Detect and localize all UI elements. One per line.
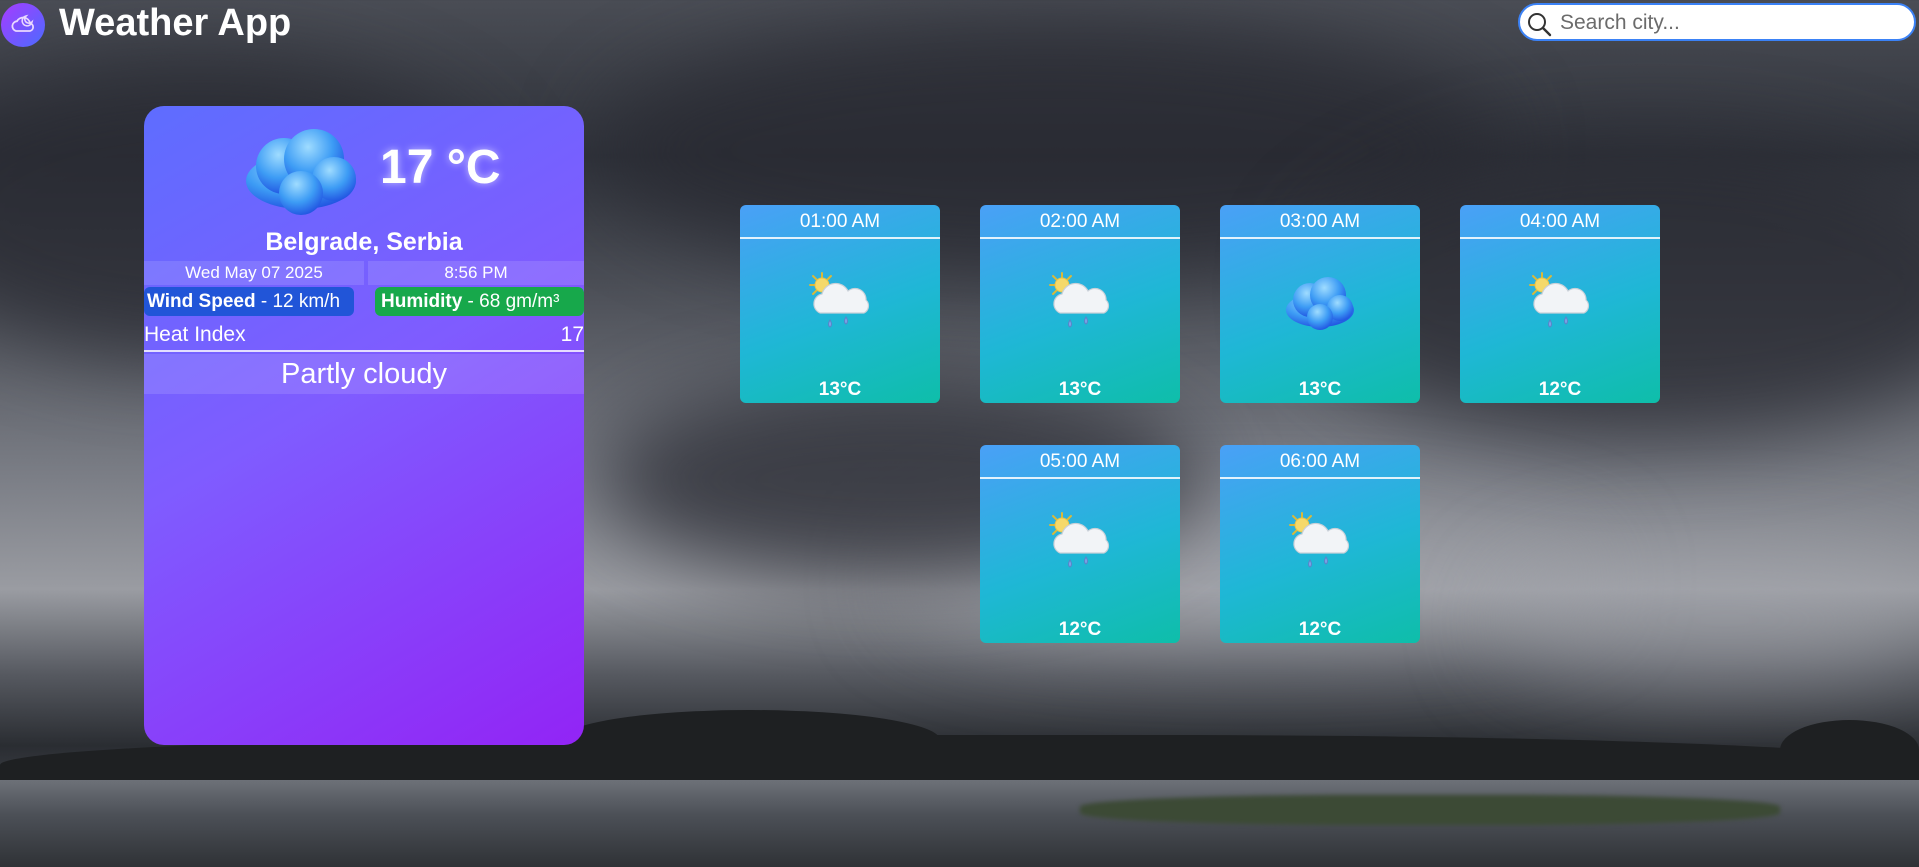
hourly-temp: 12°C	[1298, 619, 1342, 640]
date-time-row: Wed May 07 2025 8:56 PM	[144, 261, 584, 285]
search-input[interactable]	[1560, 9, 1900, 37]
hourly-tile: 04:00 AM 12°C	[1460, 205, 1660, 403]
heat-index-row: Heat Index 17	[144, 320, 584, 352]
search-icon	[1528, 13, 1552, 37]
sun-cloud-rain-icon	[1529, 272, 1590, 328]
hourly-time: 06:00 AM	[1220, 447, 1420, 479]
hourly-tile: 06:00 AM 12°C	[1220, 445, 1420, 643]
current-weather-card: 17 °C Belgrade, Serbia Wed May 07 2025 8…	[144, 106, 584, 745]
sun-cloud-rain-icon	[809, 272, 870, 328]
cloud-moon-icon	[1, 3, 45, 47]
hourly-temp: 12°C	[1538, 379, 1582, 400]
humidity-badge: Humidity - 68 gm/m³	[375, 287, 584, 316]
hourly-time: 04:00 AM	[1460, 207, 1660, 239]
hourly-temp: 13°C	[818, 379, 862, 400]
current-time: 8:56 PM	[368, 261, 584, 285]
app-title: Weather App	[59, 2, 292, 44]
hourly-time: 03:00 AM	[1220, 207, 1420, 239]
humidity-value: - 68 gm/m³	[462, 291, 560, 312]
hourly-time: 02:00 AM	[980, 207, 1180, 239]
wind-speed-badge: Wind Speed - 12 km/h	[144, 287, 354, 316]
hourly-tile: 03:00 AM 13°C	[1220, 205, 1420, 403]
humidity-label: Humidity	[381, 291, 463, 312]
cloud-icon	[246, 129, 356, 215]
hourly-tile: 05:00 AM 12°C	[980, 445, 1180, 643]
location-name: Belgrade, Serbia	[265, 228, 463, 256]
current-date: Wed May 07 2025	[144, 261, 364, 285]
heat-index-value: 17	[560, 323, 584, 346]
hourly-temp: 13°C	[1298, 379, 1342, 400]
heat-index-label: Heat Index	[144, 323, 246, 346]
sun-cloud-rain-icon	[1049, 512, 1110, 568]
wind-speed-value: - 12 km/h	[255, 291, 341, 312]
sun-cloud-rain-icon	[1289, 512, 1350, 568]
hourly-temp: 13°C	[1058, 379, 1102, 400]
hourly-tile: 01:00 AM 13°C	[740, 205, 940, 403]
hourly-tile: 02:00 AM 13°C	[980, 205, 1180, 403]
hourly-temp: 12°C	[1058, 619, 1102, 640]
hourly-time: 05:00 AM	[980, 447, 1180, 479]
current-temperature: 17 °C	[380, 141, 501, 194]
weather-condition: Partly cloudy	[144, 354, 584, 394]
app-header: Weather App	[0, 0, 1919, 50]
cloud-icon	[1286, 277, 1354, 330]
sun-cloud-rain-icon	[1049, 272, 1110, 328]
wind-speed-label: Wind Speed	[147, 291, 256, 312]
hourly-time: 01:00 AM	[740, 207, 940, 239]
search-box[interactable]	[1518, 3, 1916, 41]
